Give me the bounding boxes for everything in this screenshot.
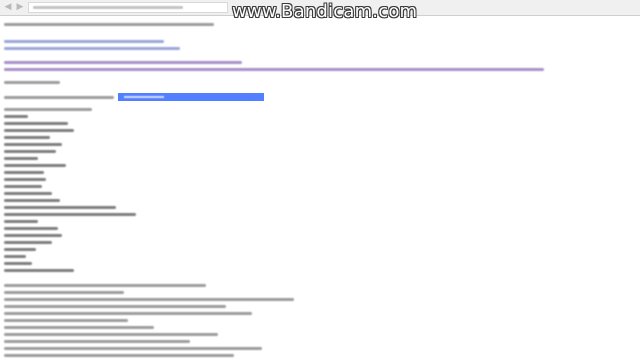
source-line (4, 178, 46, 181)
source-line (4, 241, 52, 244)
url-input[interactable] (28, 2, 228, 13)
source-line (4, 298, 294, 301)
url-text-blurred (33, 6, 183, 9)
source-line (4, 340, 190, 343)
source-line (4, 157, 38, 160)
source-line (4, 305, 226, 308)
browser-window: ◀ ▶ www.Bandicam.com (0, 0, 640, 360)
source-line (4, 199, 60, 202)
source-line (4, 354, 234, 357)
text-selection (118, 93, 264, 101)
source-line (4, 143, 62, 146)
source-line (4, 96, 114, 99)
source-line (4, 47, 180, 50)
back-icon[interactable]: ◀ (2, 1, 14, 13)
source-line (4, 81, 60, 84)
source-line (4, 61, 242, 64)
source-line (4, 234, 62, 237)
source-line (4, 40, 164, 43)
source-line (4, 255, 26, 258)
source-line (4, 206, 116, 209)
forward-icon[interactable]: ▶ (14, 1, 26, 13)
source-line (4, 220, 38, 223)
source-line (4, 284, 206, 287)
source-line (4, 171, 44, 174)
selected-text (124, 96, 164, 98)
source-line (4, 129, 74, 132)
source-line (4, 136, 50, 139)
source-line (4, 115, 28, 118)
source-line (4, 68, 544, 71)
source-line (4, 192, 52, 195)
source-line (4, 326, 154, 329)
source-line (4, 164, 66, 167)
source-line (4, 262, 32, 265)
source-line (4, 333, 218, 336)
source-line (4, 108, 92, 111)
source-line (4, 319, 128, 322)
source-line (4, 185, 42, 188)
source-line (4, 122, 68, 125)
source-line (4, 227, 58, 230)
page-source-view[interactable] (0, 17, 640, 360)
source-line (4, 150, 56, 153)
source-line (4, 269, 74, 272)
source-line (4, 291, 124, 294)
source-line (4, 248, 36, 251)
source-line (4, 312, 252, 315)
source-line (4, 347, 262, 350)
source-line (4, 213, 136, 216)
source-line (4, 23, 214, 26)
